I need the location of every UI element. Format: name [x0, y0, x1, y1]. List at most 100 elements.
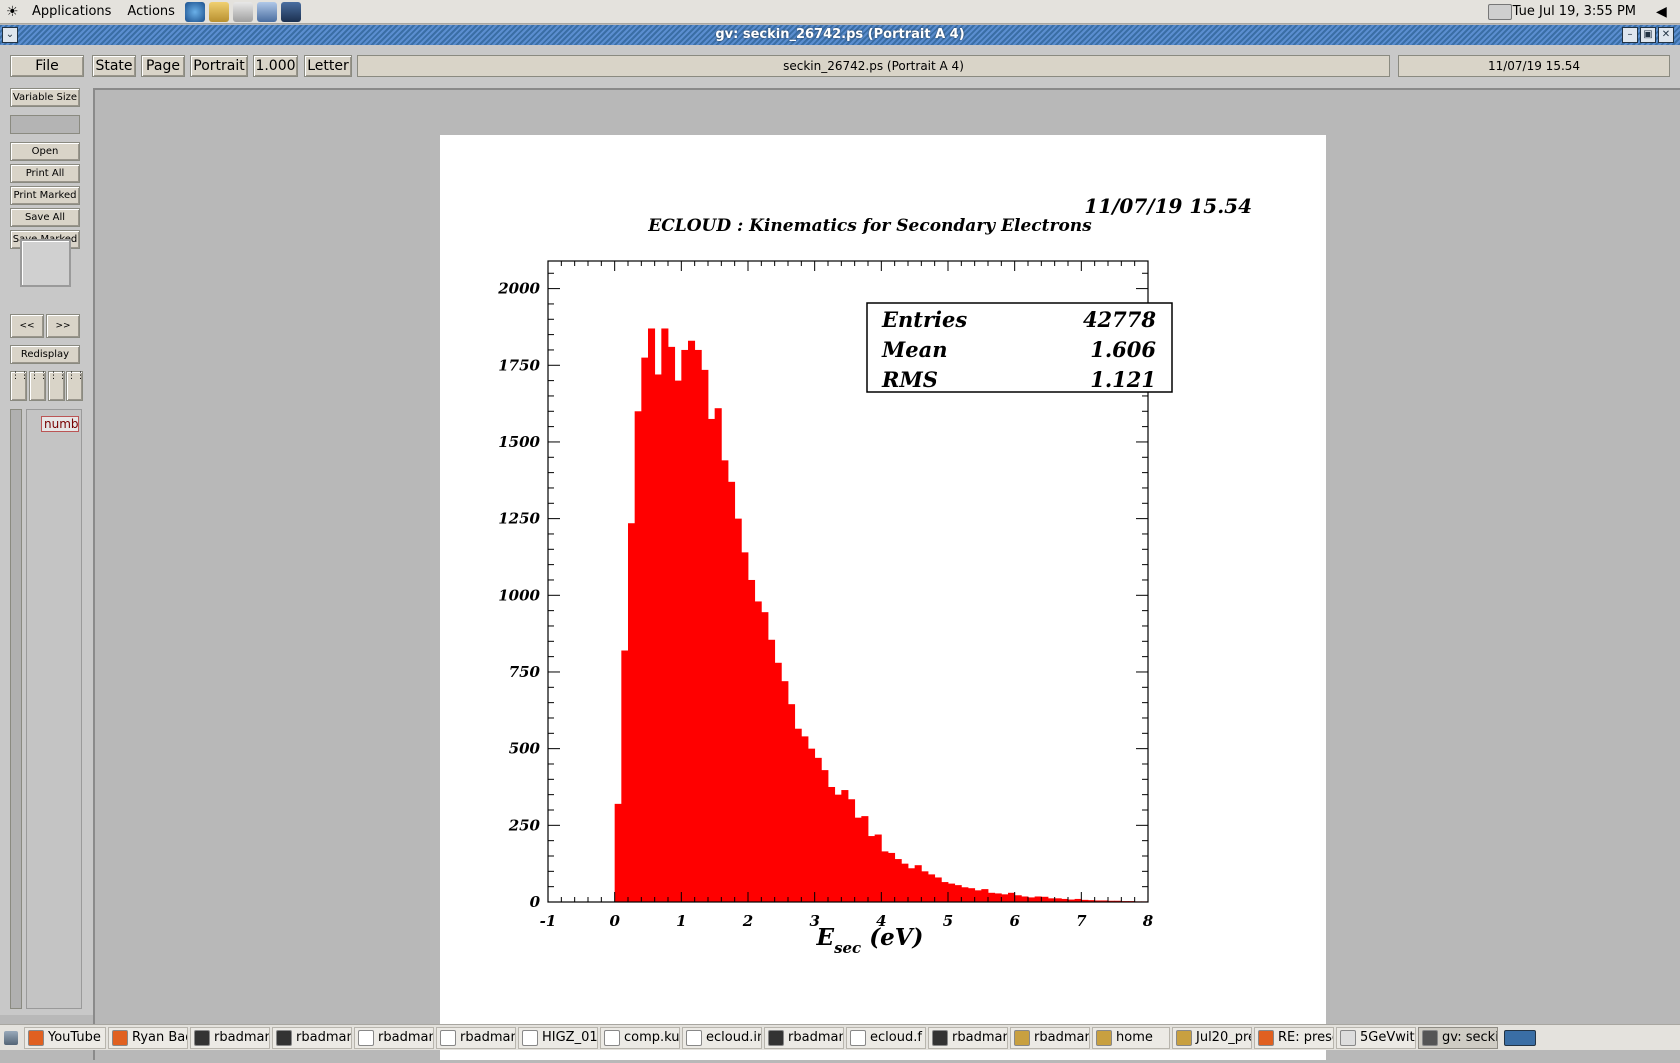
taskbar-item[interactable]: 5GeVwitn	[1336, 1026, 1416, 1049]
stats-rms-value: 1.121	[1090, 367, 1156, 392]
histogram-bar	[634, 411, 642, 902]
histogram-bar	[901, 863, 909, 902]
histogram-bar	[814, 757, 822, 902]
histogram-bar	[614, 803, 622, 902]
taskbar-item-label: gv: seckin	[1442, 1030, 1497, 1045]
taskbar-item[interactable]: gv: seckin	[1418, 1026, 1498, 1049]
taskbar-item-label: ecloud.f -	[870, 1030, 926, 1045]
histogram-bar	[1034, 896, 1042, 902]
taskbar-item[interactable]: rbadman@	[272, 1026, 352, 1049]
workspace-switcher-icon[interactable]	[1504, 1029, 1536, 1046]
office-launcher-icon[interactable]	[256, 1, 277, 22]
close-icon[interactable]: ✕	[1658, 27, 1674, 43]
window-title: gv: seckin_26742.ps (Portrait A 4)	[715, 27, 965, 42]
y-tick-label: 750	[509, 663, 541, 681]
window-titlebar[interactable]: ⌄ gv: seckin_26742.ps (Portrait A 4) – ▣…	[0, 25, 1680, 45]
taskbar-item[interactable]: rbadman@	[764, 1026, 844, 1049]
taskbar-item-label: ecloud.inp	[706, 1030, 761, 1045]
top-panel: ☀ Applications Actions Tue Jul 19, 3:55 …	[0, 0, 1680, 24]
histogram-bar	[794, 728, 802, 902]
stats-entries-value: 42778	[1083, 307, 1156, 332]
maximize-icon[interactable]: ▣	[1640, 27, 1656, 43]
scale-button[interactable]: 1.000	[253, 55, 298, 77]
taskbar-item[interactable]: Ryan Badr	[108, 1026, 188, 1049]
next-page-button[interactable]: >>	[46, 314, 80, 338]
taskbar-item[interactable]: HIGZ_01	[518, 1026, 598, 1049]
histogram-bar	[848, 799, 856, 902]
y-tick-label: 1500	[498, 433, 540, 451]
taskbar-item[interactable]: RE: preser	[1254, 1026, 1334, 1049]
save-all-button[interactable]: Save All	[10, 208, 80, 227]
taskbar-item-label: rbadman@	[788, 1030, 843, 1045]
volume-icon[interactable]: ◀	[1656, 4, 1670, 20]
taskbar-item-label: rbadman	[378, 1030, 434, 1045]
taskbar-item[interactable]: rbadman@	[928, 1026, 1008, 1049]
taskbar-item[interactable]: ecloud.f -	[846, 1026, 926, 1049]
print-all-button[interactable]: Print All	[10, 164, 80, 183]
taskbar-item[interactable]: comp.kum	[600, 1026, 680, 1049]
histogram-bar	[774, 662, 782, 902]
redisplay-button[interactable]: Redisplay	[10, 345, 80, 364]
state-menu-button[interactable]: State	[92, 55, 136, 77]
print-marked-button[interactable]: Print Marked	[10, 186, 80, 205]
stats-rms-label: RMS	[881, 367, 938, 392]
histogram-chart: 11/07/19 15.54 ECLOUD : Kinematics for S…	[497, 194, 1252, 957]
taskbar-item-label: Ryan Badr	[132, 1030, 187, 1045]
histogram-bar	[628, 523, 636, 902]
gnome-foot-icon[interactable]: ☀	[6, 4, 22, 20]
actions-menu[interactable]: Actions	[119, 0, 183, 24]
show-desktop-icon[interactable]	[4, 1030, 18, 1045]
taskbar-item-label: RE: preser	[1278, 1030, 1333, 1045]
media-button[interactable]: Letter	[304, 55, 352, 77]
previous-page-button[interactable]: <<	[10, 314, 44, 338]
task-app-icon	[1014, 1029, 1030, 1046]
mark-odd-icon[interactable]: ⋮⋮	[29, 371, 48, 401]
histogram-bar	[734, 518, 742, 902]
printer-icon[interactable]	[1488, 4, 1512, 20]
taskbar-item[interactable]: home	[1092, 1026, 1170, 1049]
page-list-scrollbar[interactable]	[10, 409, 22, 1009]
editor-launcher-icon[interactable]	[232, 1, 253, 22]
clock[interactable]: Tue Jul 19, 3:55 PM	[1513, 0, 1636, 24]
histogram-bar	[728, 481, 736, 902]
mark-all-icon[interactable]: ⋮⋮	[10, 371, 29, 401]
histogram-bar	[688, 340, 696, 902]
histogram-bars	[614, 328, 1149, 902]
variable-size-button[interactable]: Variable Size	[10, 88, 80, 107]
histogram-bar	[981, 889, 989, 902]
histogram-bar	[914, 865, 922, 902]
unmark-all-icon[interactable]: ⋮⋮	[66, 371, 85, 401]
page-list[interactable]: numbe	[26, 409, 82, 1009]
applications-menu[interactable]: Applications	[24, 0, 119, 24]
page-panner[interactable]	[20, 239, 71, 287]
mail-launcher-icon[interactable]	[208, 1, 229, 22]
histogram-bar	[868, 836, 876, 902]
taskbar-item[interactable]: rbadman	[1010, 1026, 1090, 1049]
y-tick-label: 0	[530, 893, 541, 911]
open-button[interactable]: Open	[10, 142, 80, 161]
orientation-button[interactable]: Portrait	[190, 55, 248, 77]
minimize-icon[interactable]: –	[1622, 27, 1638, 43]
browser-launcher-icon[interactable]	[184, 1, 205, 22]
histogram-bar	[808, 748, 816, 902]
taskbar-item[interactable]: rbadman@	[436, 1026, 516, 1049]
page-number-field[interactable]	[10, 115, 80, 134]
page-list-item[interactable]: numbe	[41, 416, 79, 432]
y-tick-label: 1750	[498, 356, 540, 374]
mark-even-icon[interactable]: ⋮⋮	[48, 371, 67, 401]
page-menu-button[interactable]: Page	[141, 55, 185, 77]
terminal-launcher-icon[interactable]	[280, 1, 301, 22]
taskbar-item[interactable]: rbadman	[354, 1026, 434, 1049]
histogram-bar	[921, 871, 929, 902]
taskbar-item[interactable]: Jul20_pre	[1172, 1026, 1252, 1049]
file-menu-button[interactable]: File	[10, 55, 84, 77]
taskbar-item-label: home	[1116, 1030, 1153, 1045]
taskbar-item[interactable]: rbadman@	[190, 1026, 270, 1049]
x-tick-label: 7	[1076, 912, 1087, 930]
histogram-bar	[1028, 897, 1036, 902]
taskbar-item[interactable]: YouTube	[24, 1026, 106, 1049]
y-tick-label: 250	[508, 816, 541, 834]
stats-mean-value: 1.606	[1090, 337, 1156, 362]
histogram-bar	[694, 349, 702, 902]
taskbar-item[interactable]: ecloud.inp	[682, 1026, 762, 1049]
